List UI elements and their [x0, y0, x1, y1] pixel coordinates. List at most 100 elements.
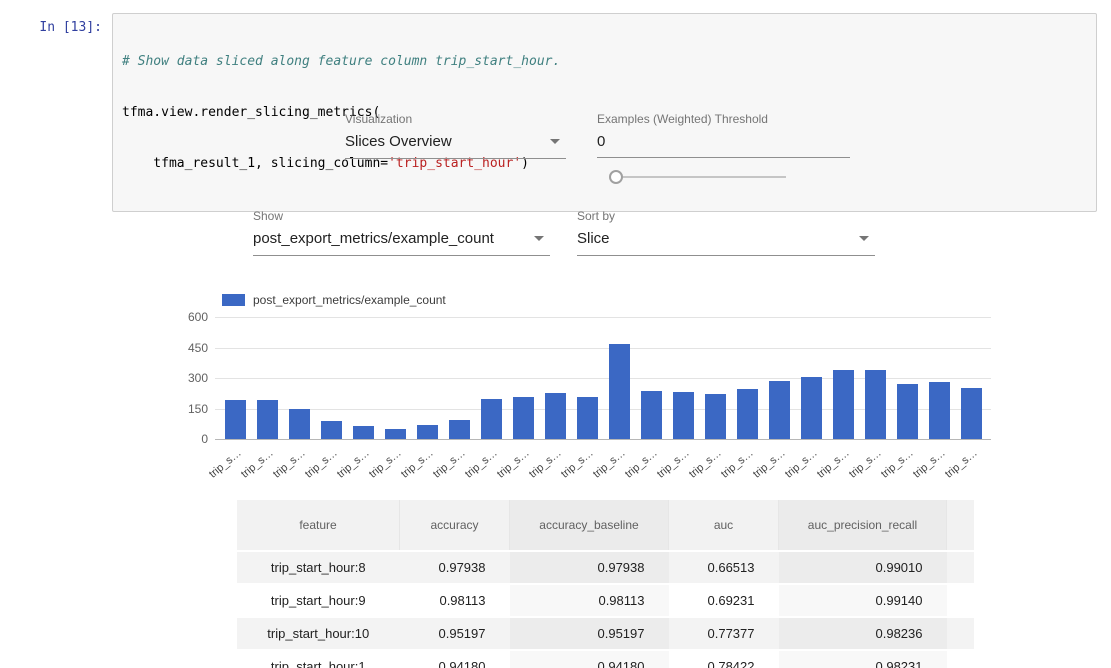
metric-cell: 0.99010	[779, 551, 947, 584]
bar[interactable]	[353, 426, 374, 439]
feature-cell: trip_start_hour:10	[237, 617, 400, 650]
chart-bars	[225, 317, 982, 439]
bar[interactable]	[897, 384, 918, 439]
sort-by-select[interactable]: Slice	[577, 227, 875, 256]
metric-cell: 0.0892	[947, 584, 975, 617]
threshold-label: Examples (Weighted) Threshold	[597, 112, 850, 126]
metric-cell: 0.66513	[669, 551, 779, 584]
column-header: auc_precision_recall	[779, 500, 947, 551]
bar[interactable]	[289, 409, 310, 439]
metric-cell: 0.95197	[510, 617, 669, 650]
metric-cell: 0.98231	[779, 650, 947, 668]
bar[interactable]	[673, 392, 694, 439]
bar[interactable]	[513, 397, 534, 439]
show-select[interactable]: post_export_metrics/example_count	[253, 227, 550, 256]
chevron-down-icon	[550, 139, 560, 144]
metric-cell: 0.98113	[510, 584, 669, 617]
bar[interactable]	[385, 429, 406, 439]
sort-by-label: Sort by	[577, 209, 875, 223]
metric-cell: 0.97938	[400, 551, 510, 584]
bar-chart	[215, 317, 991, 439]
bar[interactable]	[929, 382, 950, 439]
slider-track[interactable]	[621, 176, 786, 178]
y-tick-label: 600	[160, 310, 208, 324]
y-tick-label: 300	[160, 371, 208, 385]
y-tick-label: 450	[160, 341, 208, 355]
bar[interactable]	[225, 400, 246, 439]
bar[interactable]	[545, 393, 566, 439]
bar[interactable]	[449, 420, 470, 439]
feature-cell: trip_start_hour:9	[237, 584, 400, 617]
sort-by-control: Sort by Slice	[577, 209, 875, 256]
column-header: accuracy_baseline	[510, 500, 669, 551]
threshold-control: Examples (Weighted) Threshold 0	[597, 112, 850, 158]
table-row: trip_start_hour:10.941800.941800.784220.…	[237, 650, 974, 668]
metric-cell: 0.77377	[669, 617, 779, 650]
metric-cell: 0.1111	[947, 551, 975, 584]
bar[interactable]	[737, 389, 758, 439]
metrics-table: featureaccuracyaccuracy_baselineaucauc_p…	[237, 500, 974, 668]
legend-swatch	[222, 294, 245, 306]
column-header: average_loss	[947, 500, 975, 551]
legend-label: post_export_metrics/example_count	[253, 293, 446, 307]
bar[interactable]	[481, 399, 502, 439]
column-header: feature	[237, 500, 400, 551]
table-body: trip_start_hour:80.979380.979380.665130.…	[237, 551, 974, 668]
cell-prompt: In [13]:	[0, 13, 112, 212]
gridline	[215, 439, 991, 440]
bar[interactable]	[257, 400, 278, 439]
metric-cell: 0.99140	[779, 584, 947, 617]
feature-cell: trip_start_hour:8	[237, 551, 400, 584]
code-line: # Show data sliced along feature column …	[122, 53, 1087, 70]
y-tick-label: 150	[160, 402, 208, 416]
show-label: Show	[253, 209, 550, 223]
code-comment: # Show data sliced along feature column …	[122, 54, 560, 69]
bar[interactable]	[769, 381, 790, 439]
bar[interactable]	[609, 344, 630, 439]
column-header: accuracy	[400, 500, 510, 551]
table-header-row: featureaccuracyaccuracy_baselineaucauc_p…	[237, 500, 974, 551]
bar[interactable]	[577, 397, 598, 439]
bar[interactable]	[801, 377, 822, 439]
bar[interactable]	[865, 370, 886, 439]
visualization-select[interactable]: Slices Overview	[345, 130, 566, 159]
chart-x-axis: trip_s…trip_s…trip_s…trip_s…trip_s…trip_…	[215, 441, 1005, 485]
metric-cell: 0.1541	[947, 617, 975, 650]
bar[interactable]	[417, 425, 438, 439]
bar[interactable]	[961, 388, 982, 439]
show-value: post_export_metrics/example_count	[253, 230, 494, 247]
slider-knob[interactable]	[609, 170, 623, 184]
metrics-table-container: featureaccuracyaccuracy_baselineaucauc_p…	[237, 500, 974, 668]
chart-legend: post_export_metrics/example_count	[222, 293, 446, 307]
table-row: trip_start_hour:90.981130.981130.692310.…	[237, 584, 974, 617]
y-tick-label: 0	[160, 432, 208, 446]
metric-cell: 0.78422	[669, 650, 779, 668]
metric-cell: 0.98113	[400, 584, 510, 617]
show-control: Show post_export_metrics/example_count	[253, 209, 550, 256]
sort-by-value: Slice	[577, 230, 610, 247]
metric-cell: 0.97938	[510, 551, 669, 584]
table-row: trip_start_hour:80.979380.979380.665130.…	[237, 551, 974, 584]
metric-cell: 0.94180	[510, 650, 669, 668]
bar[interactable]	[641, 391, 662, 439]
visualization-control: Visualization Slices Overview	[345, 112, 566, 159]
column-header: auc	[669, 500, 779, 551]
bar[interactable]	[321, 421, 342, 439]
metric-cell: 0.94180	[400, 650, 510, 668]
metric-cell: 0.1901	[947, 650, 975, 668]
bar[interactable]	[833, 370, 854, 439]
chart-y-axis: 0150300450600	[160, 317, 208, 439]
metric-cell: 0.98236	[779, 617, 947, 650]
threshold-input[interactable]: 0	[597, 130, 850, 158]
threshold-slider[interactable]	[609, 170, 786, 184]
chevron-down-icon	[859, 236, 869, 241]
metric-cell: 0.95197	[400, 617, 510, 650]
table-row: trip_start_hour:100.951970.951970.773770…	[237, 617, 974, 650]
bar[interactable]	[705, 394, 726, 439]
page: In [13]: # Show data sliced along featur…	[0, 0, 1111, 668]
code-text: tfma.view.render_slicing_metrics(	[122, 105, 380, 120]
visualization-value: Slices Overview	[345, 133, 452, 150]
metric-cell: 0.69231	[669, 584, 779, 617]
feature-cell: trip_start_hour:1	[237, 650, 400, 668]
visualization-label: Visualization	[345, 112, 566, 126]
